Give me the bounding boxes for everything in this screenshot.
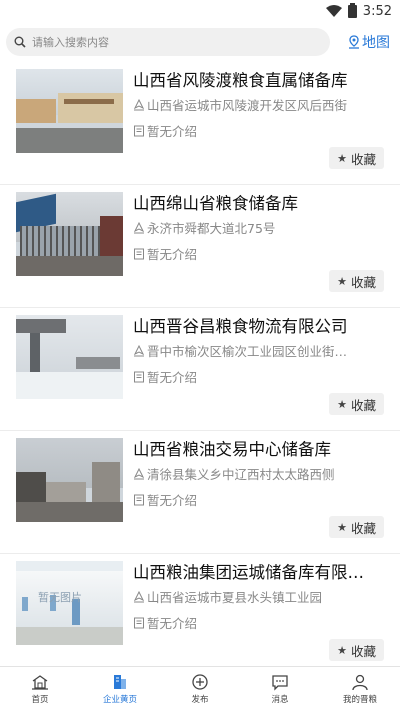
document-icon — [134, 494, 144, 505]
nav-item-profile[interactable]: 我的晋粮 — [320, 667, 400, 710]
star-icon: ★ — [337, 274, 347, 288]
company-address: 永济市舜都大道北75号 — [133, 218, 385, 237]
company-intro: 暂无介绍 — [133, 121, 197, 140]
document-icon — [134, 617, 144, 628]
home-icon — [32, 674, 48, 690]
company-intro: 暂无介绍 — [133, 244, 197, 263]
company-photo — [16, 192, 123, 276]
map-pin-icon — [349, 35, 359, 49]
star-icon: ★ — [337, 397, 347, 411]
nav-item-yellow-pages[interactable]: 企业黄页 — [80, 667, 160, 710]
battery-icon — [347, 2, 357, 18]
company-name[interactable]: 山西省粮油交易中心储备库 — [133, 436, 385, 460]
company-intro: 暂无介绍 — [133, 367, 197, 386]
location-icon — [133, 590, 145, 602]
company-name[interactable]: 山西晋谷昌粮食物流有限公司 — [133, 313, 385, 337]
list-item[interactable]: 山西省粮油交易中心储备库 清徐县集义乡中辽西村太太路西侧 暂无介绍 ★ 收藏 — [0, 431, 400, 554]
nav-item-messages[interactable]: 消息 — [240, 667, 320, 710]
document-icon — [134, 248, 144, 259]
favorite-button[interactable]: ★ 收藏 — [329, 639, 384, 661]
location-icon — [133, 344, 145, 356]
favorite-button[interactable]: ★ 收藏 — [329, 393, 384, 415]
favorite-button[interactable]: ★ 收藏 — [329, 147, 384, 169]
company-list: 山西省风陵渡粮食直属储备库 山西省运城市风陵渡开发区风后西街 暂无介绍 ★ 收藏… — [0, 62, 400, 677]
wifi-icon — [325, 5, 342, 17]
document-icon — [134, 125, 144, 136]
plus-circle-icon — [192, 673, 208, 690]
company-photo — [16, 69, 123, 153]
star-icon: ★ — [337, 643, 347, 657]
company-intro: 暂无介绍 — [133, 613, 197, 632]
location-icon — [133, 98, 145, 110]
search-icon — [14, 36, 26, 48]
list-item[interactable]: 山西绵山省粮食储备库 永济市舜都大道北75号 暂无介绍 ★ 收藏 — [0, 185, 400, 308]
company-name[interactable]: 山西粮油集团运城储备库有限… — [133, 559, 385, 583]
search-input[interactable]: 请输入搜索内容 — [6, 28, 330, 56]
yellow-pages-icon — [114, 674, 126, 689]
favorite-button[interactable]: ★ 收藏 — [329, 270, 384, 292]
map-label: 地图 — [362, 35, 390, 51]
favorite-button[interactable]: ★ 收藏 — [329, 516, 384, 538]
nav-item-home[interactable]: 首页 — [0, 667, 80, 710]
nav-item-publish[interactable]: 发布 — [160, 667, 240, 710]
status-time: 3:52 — [362, 3, 392, 19]
user-icon — [352, 674, 368, 690]
company-photo — [16, 438, 123, 522]
company-name[interactable]: 山西绵山省粮食储备库 — [133, 190, 385, 214]
message-icon — [272, 674, 288, 691]
search-row: 请输入搜索内容 地图 — [0, 25, 400, 59]
company-address: 晋中市榆次区榆次工业园区创业街… — [133, 341, 385, 360]
company-intro: 暂无介绍 — [133, 490, 197, 509]
location-icon — [133, 467, 145, 479]
status-bar: 3:52 — [0, 0, 400, 22]
company-name[interactable]: 山西省风陵渡粮食直属储备库 — [133, 67, 385, 91]
list-item[interactable]: 山西省风陵渡粮食直属储备库 山西省运城市风陵渡开发区风后西街 暂无介绍 ★ 收藏 — [0, 62, 400, 185]
company-photo: 暂无图片 — [16, 561, 123, 645]
location-icon — [133, 221, 145, 233]
search-placeholder: 请输入搜索内容 — [32, 36, 109, 49]
company-address: 清徐县集义乡中辽西村太太路西侧 — [133, 464, 385, 483]
star-icon: ★ — [337, 151, 347, 165]
map-button[interactable]: 地图 — [348, 32, 394, 52]
company-address: 山西省运城市风陵渡开发区风后西街 — [133, 95, 385, 114]
list-item[interactable]: 山西晋谷昌粮食物流有限公司 晋中市榆次区榆次工业园区创业街… 暂无介绍 ★ 收藏 — [0, 308, 400, 431]
list-item[interactable]: 暂无图片 山西粮油集团运城储备库有限… 山西省运城市夏县水头镇工业园 暂无介绍 … — [0, 554, 400, 677]
company-address: 山西省运城市夏县水头镇工业园 — [133, 587, 385, 606]
bottom-nav: 首页 企业黄页 发布 消息 我的晋粮 — [0, 666, 400, 710]
star-icon: ★ — [337, 520, 347, 534]
document-icon — [134, 371, 144, 382]
no-image-placeholder: 暂无图片 — [38, 591, 82, 604]
company-photo — [16, 315, 123, 399]
